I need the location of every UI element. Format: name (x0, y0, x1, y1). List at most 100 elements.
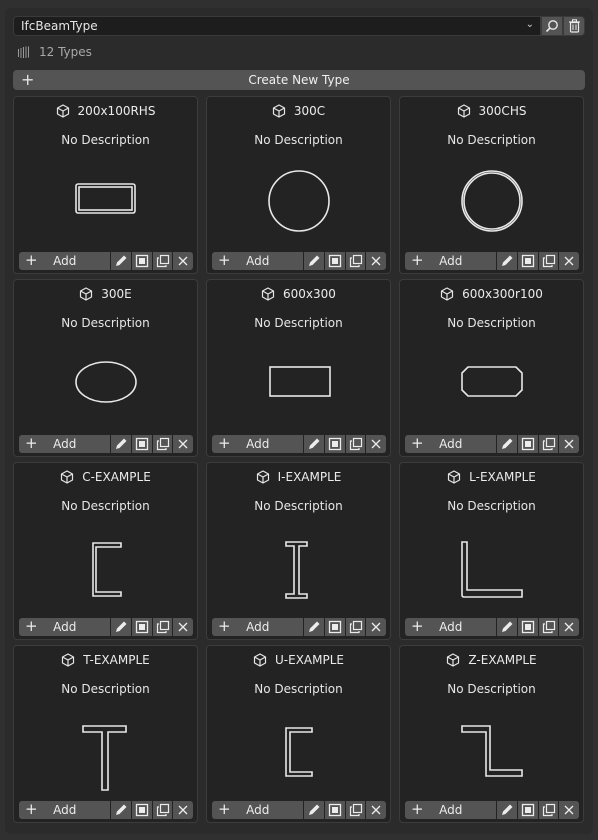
remove-type-button[interactable] (366, 801, 387, 819)
add-occurrence-button[interactable]: + Add (19, 618, 111, 636)
duplicate-type-button[interactable] (345, 435, 366, 453)
add-occurrence-button[interactable]: + Add (405, 617, 497, 636)
duplicate-icon (542, 254, 555, 268)
duplicate-type-button[interactable] (152, 801, 173, 819)
edit-type-button[interactable] (111, 252, 132, 270)
type-card-l-example[interactable]: L-EXAMPLE No Description + Add (399, 462, 584, 640)
close-icon (564, 805, 574, 815)
add-label: Add (246, 803, 270, 817)
select-icon (328, 620, 342, 634)
add-occurrence-button[interactable]: + Add (212, 252, 304, 270)
add-occurrence-button[interactable]: + Add (405, 252, 497, 270)
remove-type-button[interactable] (173, 801, 194, 819)
remove-type-button[interactable] (173, 435, 194, 453)
select-occurrences-button[interactable] (518, 801, 538, 819)
edit-type-button[interactable] (497, 801, 518, 819)
edit-type-button[interactable] (497, 618, 518, 636)
duplicate-type-button[interactable] (345, 618, 366, 636)
select-occurrences-button[interactable] (325, 618, 345, 636)
remove-type-button[interactable] (366, 618, 387, 636)
remove-type-button[interactable] (173, 618, 194, 636)
duplicate-type-button[interactable] (538, 618, 559, 636)
edit-type-button[interactable] (304, 435, 325, 453)
duplicate-type-button[interactable] (538, 435, 559, 453)
edit-type-button[interactable] (304, 252, 325, 270)
type-card-i-example[interactable]: I-EXAMPLE No Description + Add (206, 462, 391, 640)
type-name: L-EXAMPLE (469, 470, 536, 484)
select-occurrences-button[interactable] (325, 801, 345, 819)
type-card-300c[interactable]: 300C No Description + Add (206, 96, 391, 274)
select-occurrences-button[interactable] (518, 435, 538, 453)
select-icon (521, 437, 535, 451)
add-occurrence-button[interactable]: + Add (212, 435, 304, 453)
edit-type-button[interactable] (111, 618, 132, 636)
remove-type-button[interactable] (366, 435, 387, 453)
add-occurrence-button[interactable]: + Add (19, 434, 111, 453)
duplicate-type-button[interactable] (538, 801, 559, 819)
edit-type-button[interactable] (304, 618, 325, 636)
add-occurrence-button[interactable]: + Add (19, 251, 111, 270)
duplicate-type-button[interactable] (345, 252, 366, 270)
type-card-u-example[interactable]: U-EXAMPLE No Description + Add (206, 645, 391, 823)
select-occurrences-button[interactable] (132, 435, 152, 453)
type-description: No Description (447, 499, 536, 513)
duplicate-type-button[interactable] (345, 801, 366, 819)
duplicate-type-button[interactable] (152, 618, 173, 636)
add-label: Add (53, 620, 77, 634)
type-actions: + Add (405, 435, 580, 453)
duplicate-type-button[interactable] (152, 252, 173, 270)
edit-type-button[interactable] (304, 801, 325, 819)
select-occurrences-button[interactable] (325, 252, 345, 270)
type-card-600x300r100[interactable]: 600x300r100 No Description + Add (399, 279, 584, 457)
edit-type-button[interactable] (497, 252, 518, 270)
remove-type-button[interactable] (559, 801, 580, 819)
select-icon (135, 620, 149, 634)
add-occurrence-button[interactable]: + Add (19, 801, 111, 819)
select-occurrences-button[interactable] (518, 618, 538, 636)
add-occurrence-button[interactable]: + Add (405, 435, 497, 453)
create-new-type-button[interactable]: + Create New Type (13, 70, 585, 90)
type-card-c-example[interactable]: C-EXAMPLE No Description + Add (13, 462, 198, 640)
search-button[interactable] (541, 16, 563, 36)
type-card-t-example[interactable]: T-EXAMPLE No Description + Add (13, 645, 198, 823)
remove-type-button[interactable] (173, 252, 194, 270)
add-occurrence-button[interactable]: + Add (405, 801, 497, 819)
select-occurrences-button[interactable] (132, 252, 152, 270)
type-title: 300E (14, 286, 197, 302)
remove-type-button[interactable] (559, 618, 580, 636)
select-occurrences-button[interactable] (325, 435, 345, 453)
add-occurrence-button[interactable]: + Add (212, 801, 304, 819)
type-card-600x300[interactable]: 600x300 No Description + Add (206, 279, 391, 457)
plus-icon: + (411, 617, 424, 635)
edit-type-button[interactable] (111, 435, 132, 453)
type-card-z-example[interactable]: Z-EXAMPLE No Description + Add (399, 645, 584, 823)
duplicate-icon (349, 620, 362, 634)
add-occurrence-button[interactable]: + Add (212, 618, 304, 636)
remove-type-button[interactable] (366, 252, 387, 270)
purge-button[interactable] (563, 16, 585, 36)
duplicate-type-button[interactable] (152, 435, 173, 453)
ifc-class-dropdown[interactable]: IfcBeamType ⌄ (13, 16, 541, 36)
plus-icon: + (25, 251, 38, 269)
type-description: No Description (447, 316, 536, 330)
type-card-300e[interactable]: 300E No Description + Add (13, 279, 198, 457)
plus-icon: + (25, 434, 38, 452)
select-occurrences-button[interactable] (518, 252, 538, 270)
edit-type-button[interactable] (497, 435, 518, 453)
profile-thumbnail-c (92, 542, 122, 597)
add-label: Add (439, 620, 463, 634)
duplicate-type-button[interactable] (538, 252, 559, 270)
select-occurrences-button[interactable] (132, 801, 152, 819)
remove-type-button[interactable] (559, 435, 580, 453)
remove-type-button[interactable] (559, 252, 580, 270)
add-label: Add (439, 437, 463, 451)
type-card-300chs[interactable]: 300CHS No Description + Add (399, 96, 584, 274)
plus-icon: + (21, 70, 35, 89)
duplicate-icon (156, 254, 169, 268)
add-label: Add (53, 803, 77, 817)
close-icon (371, 622, 381, 632)
type-card-200x100rhs[interactable]: 200x100RHS No Description + Add (13, 96, 198, 274)
type-name: 300C (293, 104, 326, 118)
select-occurrences-button[interactable] (132, 618, 152, 636)
edit-type-button[interactable] (111, 801, 132, 819)
